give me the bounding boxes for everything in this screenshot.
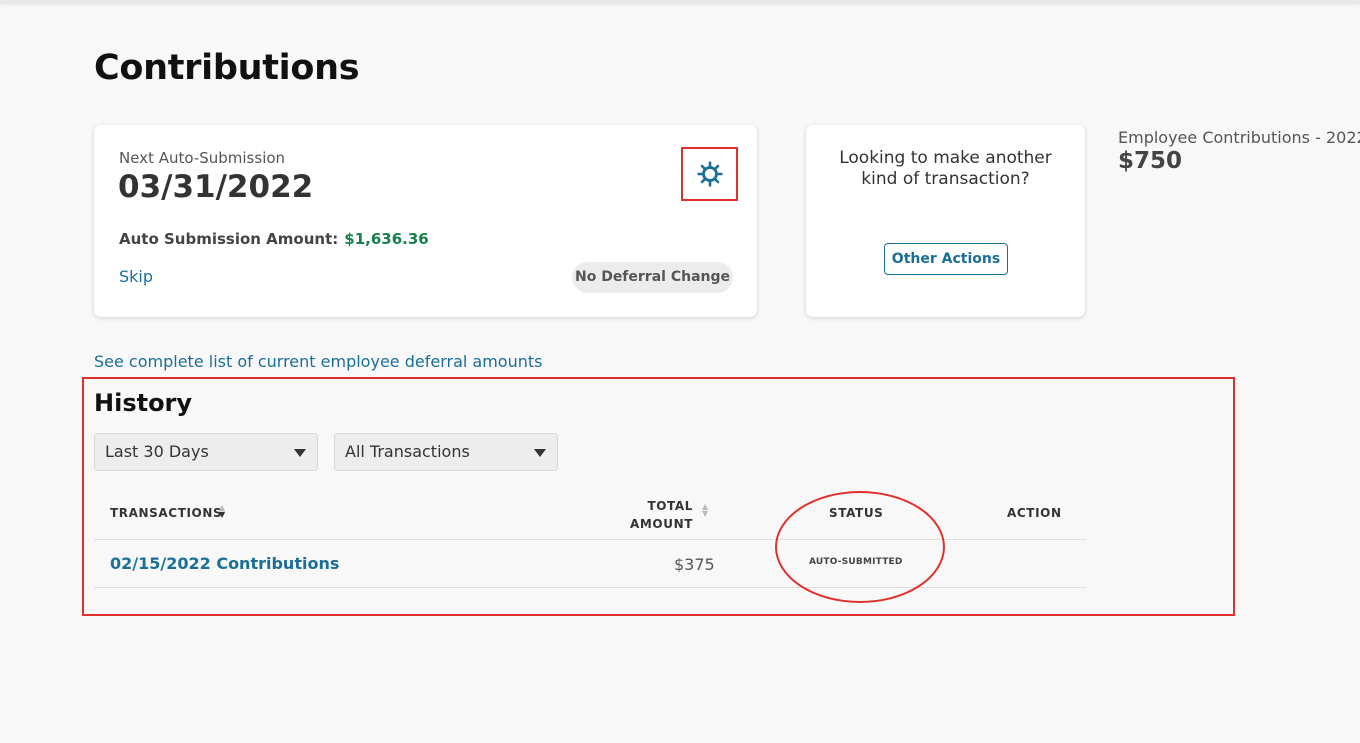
total-amount-header-line1: TOTAL: [647, 499, 694, 513]
status-circle-annotation: [775, 491, 945, 603]
employee-contributions-label: Employee Contributions - 2022: [1118, 128, 1360, 147]
transaction-link[interactable]: 02/15/2022 Contributions: [110, 554, 339, 573]
transaction-type-select[interactable]: All Transactions: [334, 433, 558, 471]
period-filter-value: Last 30 Days: [105, 442, 209, 461]
gear-icon: [696, 161, 723, 187]
top-border: [0, 0, 1360, 4]
chevron-down-icon: [534, 449, 546, 457]
table-row-divider: [94, 587, 1086, 588]
total-amount-header-line2: AMOUNT: [630, 517, 694, 531]
sort-icon[interactable]: ▲ ▼: [219, 504, 225, 519]
history-title: History: [94, 389, 193, 417]
auto-submission-card: Next Auto-Submission 03/31/2022 Auto Sub…: [94, 125, 757, 317]
other-transaction-prompt: Looking to make another kind of transact…: [839, 148, 1052, 189]
skip-link[interactable]: Skip: [119, 267, 153, 286]
settings-button[interactable]: [681, 147, 738, 201]
other-actions-card: Looking to make another kind of transact…: [806, 125, 1085, 317]
column-header-total-amount[interactable]: TOTAL AMOUNT: [630, 497, 693, 533]
employee-contributions-value: $750: [1118, 148, 1183, 174]
next-submission-label: Next Auto-Submission: [119, 149, 286, 167]
next-submission-date: 03/31/2022: [118, 169, 314, 205]
chevron-down-icon: [294, 449, 306, 457]
other-actions-button[interactable]: Other Actions: [884, 243, 1008, 275]
page-title: Contributions: [94, 48, 360, 88]
deferral-amounts-link[interactable]: See complete list of current employee de…: [94, 352, 542, 371]
column-header-transactions[interactable]: TRANSACTIONS: [110, 506, 222, 520]
column-header-action: ACTION: [1007, 506, 1062, 520]
submission-amount-label: Auto Submission Amount:: [119, 230, 339, 248]
transaction-type-value: All Transactions: [345, 442, 470, 461]
deferral-status-pill: No Deferral Change: [572, 262, 733, 293]
transaction-amount: $375: [674, 555, 715, 574]
period-filter-select[interactable]: Last 30 Days: [94, 433, 318, 471]
submission-amount-row: Auto Submission Amount: $1,636.36: [119, 230, 429, 248]
sort-icon[interactable]: ▲ ▼: [702, 503, 708, 518]
submission-amount-value: $1,636.36: [344, 230, 429, 248]
